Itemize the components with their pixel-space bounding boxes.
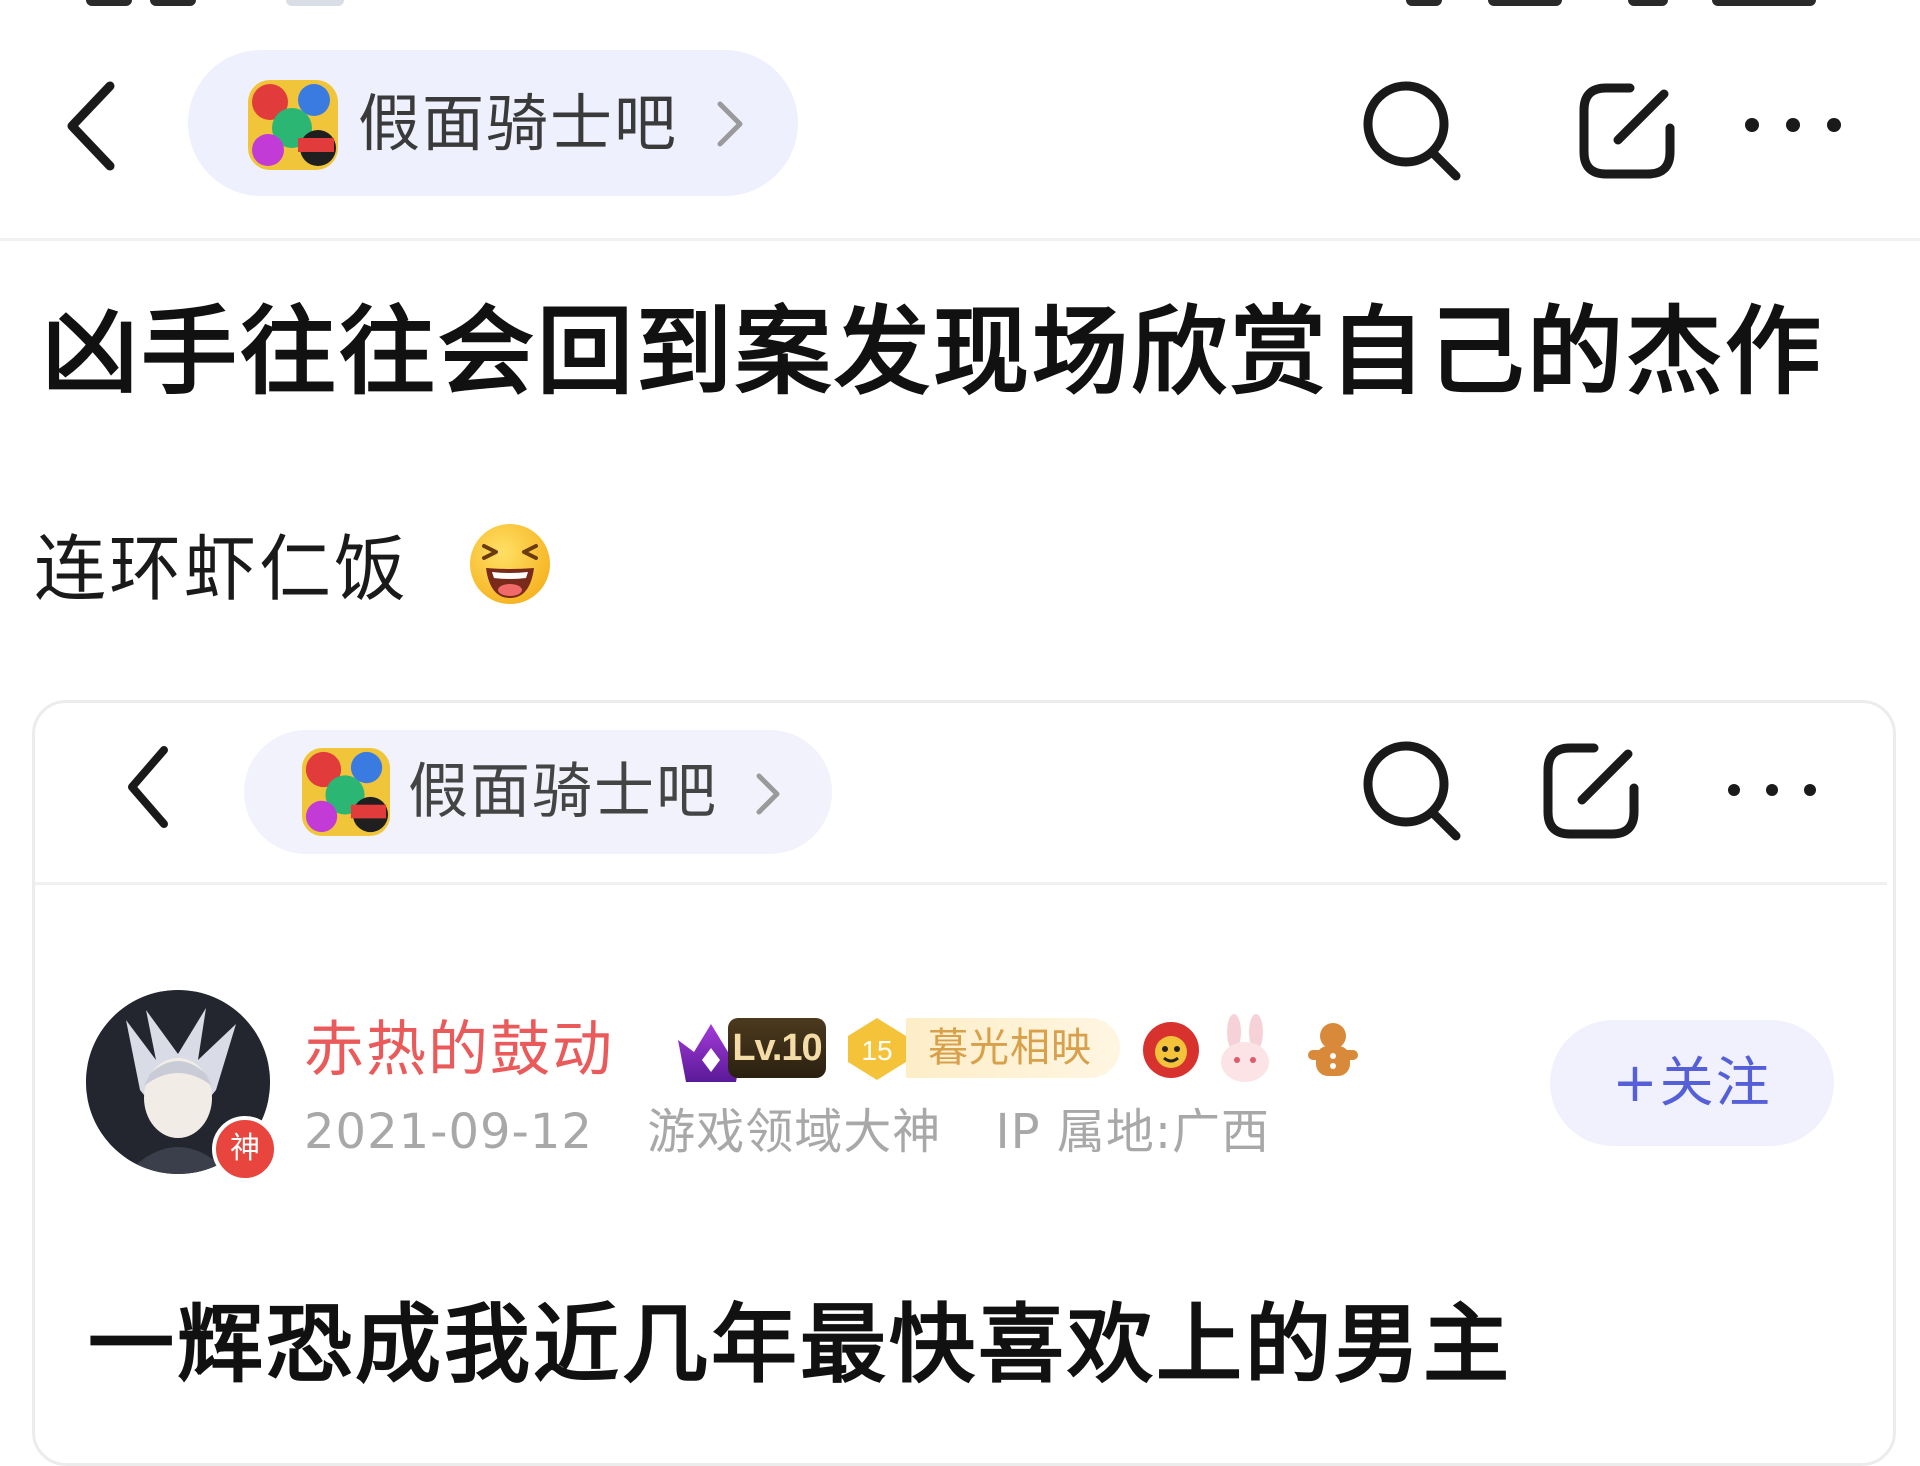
post-body-text: 连环虾仁饭 <box>34 527 410 611</box>
follow-button[interactable]: +关注 <box>1550 1020 1834 1146</box>
back-icon[interactable] <box>58 76 128 176</box>
back-icon <box>128 746 168 828</box>
level-badge: Lv.10 <box>728 1018 826 1078</box>
forum-avatar <box>302 748 390 836</box>
forum-name: 假面骑士吧 <box>408 757 718 827</box>
search-icon[interactable] <box>1352 70 1472 190</box>
nav-divider <box>0 238 1920 241</box>
edit-icon[interactable] <box>1568 70 1688 190</box>
lion-sticker-icon <box>1143 1022 1199 1078</box>
edit-icon <box>1543 743 1639 839</box>
username[interactable]: 赤热的鼓动 <box>304 1010 614 1090</box>
forum-name[interactable]: 假面骑士吧 <box>358 84 678 164</box>
status-bar <box>0 0 1920 8</box>
gingerbread-sticker-icon <box>1308 1023 1358 1076</box>
laughing-emoji-icon <box>470 524 550 604</box>
title-badge: 暮光相映 <box>928 1025 1092 1071</box>
post-meta: 2021-09-12 游戏领域大神 IP 属地:广西 <box>304 1100 1308 1164</box>
ip-location: IP 属地:广西 <box>995 1104 1271 1160</box>
bunny-sticker-icon <box>1221 1014 1269 1082</box>
nav-divider <box>35 882 1887 885</box>
post-title: 凶手往往会回到案发现场欣赏自己的杰作 <box>42 296 1824 408</box>
embedded-post-title: 一辉恐成我近几年最快喜欢上的男主 <box>88 1295 1512 1395</box>
more-icon <box>1728 784 1816 796</box>
honor-title: 游戏领域大神 <box>647 1104 942 1160</box>
fan-level: 15 <box>861 1035 892 1066</box>
search-icon <box>1363 741 1461 841</box>
chevron-right-icon <box>756 773 780 815</box>
post-date: 2021-09-12 <box>304 1104 593 1160</box>
forum-avatar[interactable] <box>248 80 338 170</box>
chevron-right-icon <box>717 101 743 147</box>
more-icon[interactable] <box>1738 100 1848 150</box>
fan-level-badge-icon: 15 <box>848 1018 906 1080</box>
god-badge: 神 <box>212 1116 278 1182</box>
